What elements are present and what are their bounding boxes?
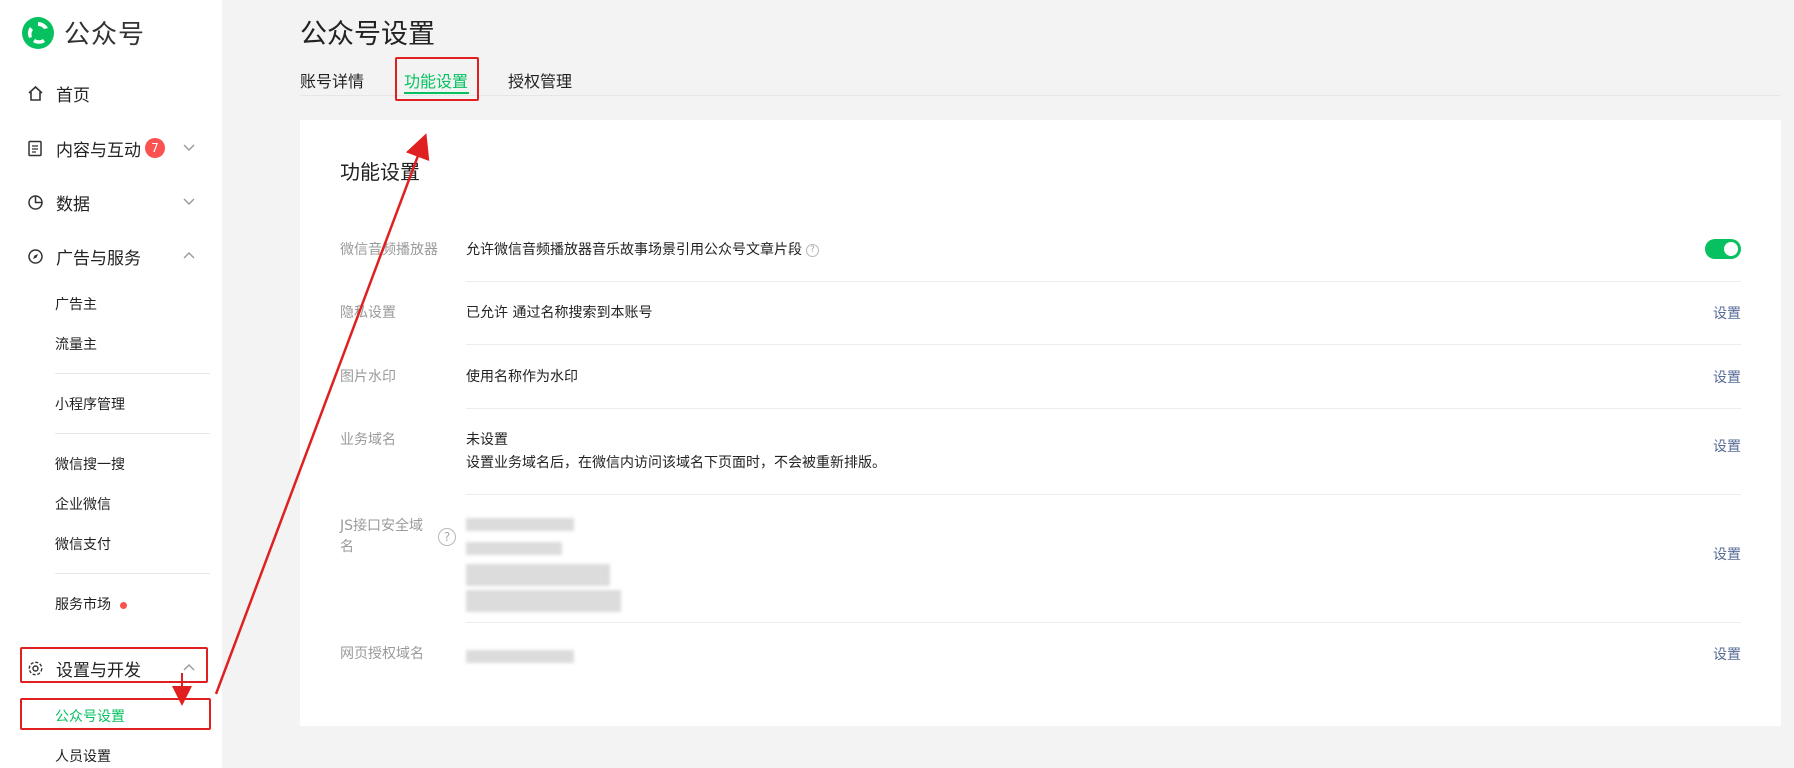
app-logo[interactable]: 公众号	[20, 14, 145, 51]
audio-player-label: 微信音频播放器	[340, 242, 438, 258]
nav-divider	[55, 573, 210, 574]
nav-home[interactable]: 首页	[26, 78, 196, 108]
compass-icon	[26, 247, 44, 265]
nav-member-settings[interactable]: 人员设置	[55, 746, 111, 766]
nav-divider	[55, 433, 210, 434]
card-title: 功能设置	[340, 160, 420, 184]
nav-service-market-label: 服务市场	[55, 597, 111, 613]
app-name: 公众号	[64, 20, 146, 50]
nav-ads-label: 广告与服务	[56, 248, 141, 269]
row-divider	[466, 281, 1741, 282]
nav-wecom[interactable]: 企业微信	[55, 494, 111, 514]
oauth-domain-label: 网页授权域名	[340, 646, 424, 662]
redacted-domain	[466, 518, 574, 531]
privacy-label: 隐私设置	[340, 305, 396, 321]
tab-account-details[interactable]: 账号详情	[300, 68, 364, 92]
wechat-official-account-icon	[22, 16, 54, 49]
settings-card: 功能设置 微信音频播放器 允许微信音频播放器音乐故事场景引用公众号文章片段? 隐…	[300, 120, 1781, 726]
nav-advertiser[interactable]: 广告主	[55, 294, 97, 314]
redacted-domain	[466, 542, 562, 555]
highlight-box-function-tab	[395, 57, 479, 101]
red-dot-indicator	[120, 601, 127, 609]
highlight-box-account-settings	[20, 698, 211, 730]
redacted-domain	[466, 590, 621, 612]
help-icon[interactable]: ?	[806, 243, 819, 257]
chevron-up-icon[interactable]	[182, 249, 196, 263]
js-domain-label: JS接口安全域名	[340, 518, 424, 555]
nav-data[interactable]: 数据	[26, 187, 196, 217]
business-domain-value: 未设置	[466, 432, 508, 448]
home-icon	[26, 84, 44, 102]
document-icon	[26, 139, 44, 157]
business-domain-hint: 设置业务域名后，在微信内访问该域名下页面时，不会被重新排版。	[466, 455, 886, 471]
js-domain-settings-link[interactable]: 设置	[1713, 544, 1741, 564]
chevron-down-icon[interactable]	[182, 141, 196, 155]
nav-content-label: 内容与互动	[56, 140, 141, 161]
nav-home-label: 首页	[56, 85, 90, 106]
audio-player-description: 允许微信音频播放器音乐故事场景引用公众号文章片段	[466, 242, 802, 258]
row-divider	[466, 344, 1741, 345]
audio-player-value: 允许微信音频播放器音乐故事场景引用公众号文章片段?	[466, 240, 819, 261]
nav-wechat-search[interactable]: 微信搜一搜	[55, 454, 125, 474]
help-icon[interactable]: ?	[438, 528, 456, 546]
nav-divider	[55, 373, 210, 374]
business-domain-label: 业务域名	[340, 432, 396, 448]
redacted-domain	[466, 650, 574, 663]
oauth-domain-settings-link[interactable]: 设置	[1713, 644, 1741, 664]
privacy-settings-link[interactable]: 设置	[1713, 303, 1741, 323]
chevron-down-icon[interactable]	[182, 195, 196, 209]
watermark-value: 使用名称作为水印	[466, 369, 578, 385]
redacted-domain	[466, 564, 610, 586]
row-divider	[466, 622, 1741, 623]
notification-badge: 7	[145, 138, 165, 158]
business-domain-settings-link[interactable]: 设置	[1713, 436, 1741, 456]
pie-chart-icon	[26, 193, 44, 211]
privacy-value: 已允许 通过名称搜索到本账号	[466, 305, 653, 321]
watermark-label: 图片水印	[340, 369, 396, 385]
row-divider	[466, 408, 1741, 409]
tab-authorization[interactable]: 授权管理	[508, 68, 572, 92]
nav-service-market[interactable]: 服务市场	[55, 594, 127, 614]
nav-wechat-pay[interactable]: 微信支付	[55, 534, 111, 554]
nav-miniprogram[interactable]: 小程序管理	[55, 394, 125, 414]
highlight-box-settings-dev	[20, 647, 208, 683]
watermark-settings-link[interactable]: 设置	[1713, 367, 1741, 387]
page-title: 公众号设置	[300, 19, 435, 50]
nav-data-label: 数据	[56, 194, 90, 215]
tabs-divider	[300, 95, 1780, 96]
nav-ads[interactable]: 广告与服务	[26, 241, 196, 271]
row-divider	[466, 494, 1741, 495]
audio-player-toggle[interactable]	[1705, 239, 1741, 259]
nav-content[interactable]: 内容与互动 7	[26, 133, 196, 163]
nav-publisher[interactable]: 流量主	[55, 334, 97, 354]
